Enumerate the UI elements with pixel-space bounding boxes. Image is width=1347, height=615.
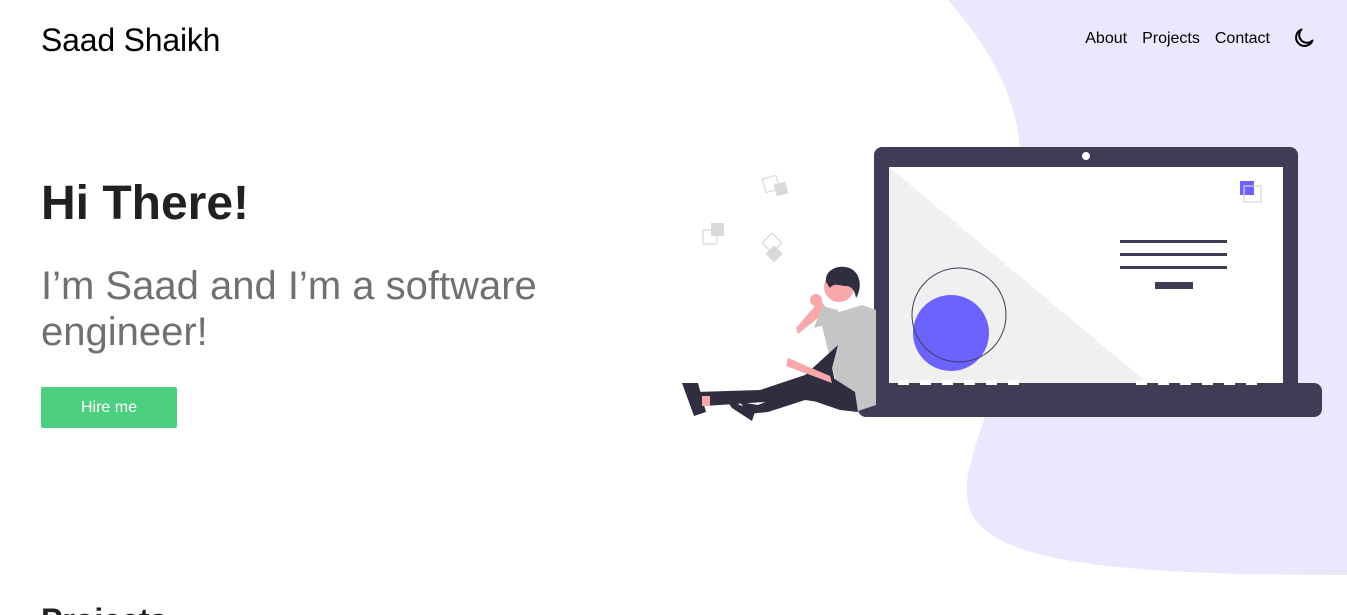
laptop (858, 147, 1322, 417)
person-figure (682, 266, 876, 421)
floating-squares (702, 174, 789, 263)
nav-links: About Projects Contact (1085, 30, 1270, 48)
nav-link-contact[interactable]: Contact (1215, 30, 1270, 48)
projects-section-title: Projects (41, 602, 167, 615)
brand-logo[interactable]: Saad Shaikh (41, 22, 220, 59)
developer-illustration (682, 147, 1322, 421)
nav-link-about[interactable]: About (1085, 30, 1127, 48)
nav-link-projects[interactable]: Projects (1142, 30, 1200, 48)
navbar: Saad Shaikh About Projects Contact (0, 0, 1347, 80)
hero-subtitle: I’m Saad and I’m a software engineer! (41, 263, 537, 354)
hero-greeting: Hi There! (41, 177, 250, 230)
hero-section: Hi There! I’m Saad and I’m a software en… (41, 177, 641, 428)
hire-me-button[interactable]: Hire me (41, 386, 177, 428)
moon-icon[interactable] (1292, 26, 1316, 50)
